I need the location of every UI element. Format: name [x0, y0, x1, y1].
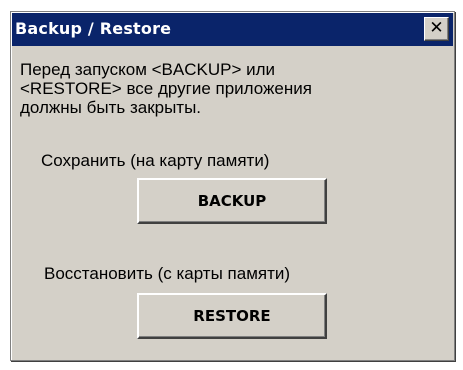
restore-label: Восстановить (с карты памяти) [44, 264, 291, 283]
close-icon: ✕ [429, 18, 444, 38]
warning-message: Перед запуском <BACKUP> или <RESTORE> вс… [20, 60, 440, 117]
message-line: должны быть закрыты. [20, 98, 202, 117]
backup-button[interactable]: BACKUP [137, 178, 327, 224]
backup-label: Сохранить (на карту памяти) [41, 151, 270, 170]
backup-restore-dialog: Backup / Restore ✕ Перед запуском <BACKU… [10, 11, 455, 361]
window-title: Backup / Restore [15, 19, 172, 38]
message-line: <RESTORE> все другие приложения [20, 79, 312, 98]
message-line: Перед запуском <BACKUP> или [20, 60, 276, 79]
title-bar[interactable]: Backup / Restore ✕ [12, 13, 453, 46]
close-button[interactable]: ✕ [424, 17, 449, 41]
restore-button[interactable]: RESTORE [137, 293, 327, 339]
